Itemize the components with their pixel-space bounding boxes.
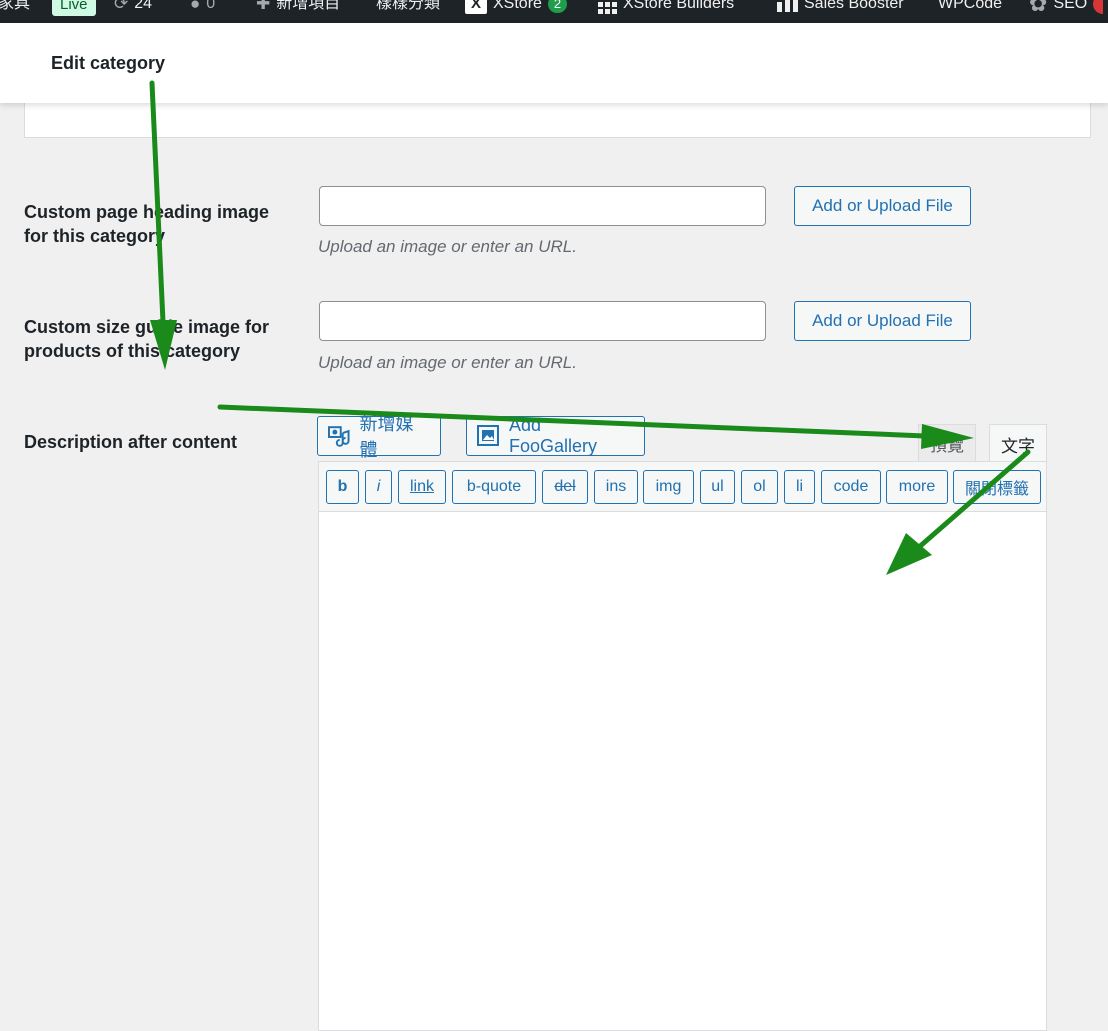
add-media-label: 新增媒體 [359, 414, 414, 460]
xstore-builders-label: XStore Builders [623, 0, 735, 12]
xstore-logo-icon: X [465, 0, 487, 14]
page-title: Edit category [51, 53, 166, 73]
plus-icon: ✚ [256, 0, 271, 13]
heading-image-upload-label: Add or Upload File [812, 196, 953, 215]
qt-italic-label: i [376, 478, 381, 495]
qt-more-label: more [898, 478, 936, 495]
description-after-label: Description after content [24, 432, 238, 452]
qt-code-button[interactable]: code [821, 470, 881, 504]
heading-image-label: Custom page heading image for this categ… [24, 202, 270, 246]
heading-image-input[interactable] [319, 186, 766, 226]
new-item-link[interactable]: ✚ 新增項目 [256, 0, 340, 14]
qt-ol-button[interactable]: ol [741, 470, 778, 504]
wpcode-label: WPCode [938, 0, 1003, 12]
qt-ins-button[interactable]: ins [594, 470, 638, 504]
qt-link-label: link [409, 478, 434, 495]
wpcode-menu[interactable]: WPCode [938, 0, 1002, 14]
previous-field-box [24, 100, 1091, 138]
size-guide-label: Custom size guide image for products of … [24, 317, 270, 361]
qt-italic-button[interactable]: i [365, 470, 392, 504]
qt-bold-button[interactable]: b [326, 470, 359, 504]
qt-ul-label: ul [711, 478, 724, 495]
qt-link-button[interactable]: link [398, 470, 446, 504]
qt-code-label: code [833, 478, 869, 495]
refresh-icon: ⟳ [114, 0, 129, 13]
sales-booster-label: Sales Booster [804, 0, 904, 12]
qt-del-button[interactable]: del [542, 470, 588, 504]
media-icon [328, 426, 350, 447]
size-guide-input[interactable] [319, 301, 766, 341]
heading-image-help: Upload an image or enter an URL. [318, 237, 577, 256]
tab-text[interactable]: 文字 [989, 424, 1047, 463]
live-badge: Live [52, 0, 96, 16]
quicktags-toolbar: b i link b-quote del ins img ul ol li co… [318, 461, 1047, 511]
updates-link[interactable]: ⟳ 24 [114, 0, 152, 14]
sales-booster-menu[interactable]: Sales Booster [777, 0, 904, 14]
seo-label: SEO [1053, 0, 1088, 12]
xstore-menu[interactable]: X XStore 2 [465, 0, 568, 14]
admin-bar: 家具 Live ⟳ 24 ● 0 ✚ 新增項目 樣樣分類 X XStore 2 … [0, 0, 1108, 23]
seo-notification-dot [1093, 0, 1104, 14]
qt-del-label: del [554, 478, 576, 495]
qt-bquote-button[interactable]: b-quote [452, 470, 536, 504]
description-after-textarea[interactable] [318, 511, 1047, 1031]
qt-li-label: li [795, 478, 804, 495]
seo-gear-icon: ✿ [1029, 0, 1048, 16]
size-guide-help: Upload an image or enter an URL. [318, 353, 577, 372]
grid-icon [598, 0, 617, 14]
item-categories-label: 樣樣分類 [376, 0, 441, 12]
xstore-builders-menu[interactable]: XStore Builders [598, 0, 734, 14]
qt-img-button[interactable]: img [643, 470, 694, 504]
qt-bold-label: b [337, 478, 348, 495]
tab-preview-label: 預覽 [930, 436, 964, 455]
comments-link[interactable]: ● 0 [190, 0, 215, 14]
qt-close-tags-button[interactable]: 關閉標籤 [953, 470, 1041, 504]
tab-preview[interactable]: 預覽 [918, 424, 976, 462]
qt-close-tags-label: 關閉標籤 [964, 481, 1029, 498]
gallery-icon [477, 425, 499, 446]
qt-img-label: img [655, 478, 682, 495]
live-badge-label: Live [52, 0, 96, 16]
xstore-badge: 2 [547, 0, 568, 13]
item-categories-link[interactable]: 樣樣分類 [376, 0, 440, 14]
heading-image-upload-button[interactable]: Add or Upload File [794, 186, 971, 226]
new-item-label: 新增項目 [276, 0, 341, 12]
tab-text-label: 文字 [1001, 436, 1035, 456]
size-guide-upload-label: Add or Upload File [812, 311, 953, 330]
updates-count: 24 [134, 0, 153, 12]
comments-count: 0 [206, 0, 216, 12]
add-foogallery-label: Add FooGallery [508, 415, 598, 456]
size-guide-upload-button[interactable]: Add or Upload File [794, 301, 971, 341]
comment-icon: ● [190, 0, 201, 13]
site-name-link[interactable]: 家具 [0, 0, 30, 14]
qt-li-button[interactable]: li [784, 470, 815, 504]
sticky-header: Edit category [0, 23, 1108, 103]
qt-ul-button[interactable]: ul [700, 470, 735, 504]
seo-menu[interactable]: ✿ SEO [1029, 0, 1104, 16]
qt-bquote-label: b-quote [466, 478, 522, 495]
add-media-button[interactable]: 新增媒體 [317, 414, 441, 460]
qt-more-button[interactable]: more [886, 470, 948, 504]
bar-chart-icon [777, 0, 798, 12]
qt-ol-label: ol [753, 478, 766, 495]
xstore-label: XStore [493, 0, 542, 12]
qt-ins-label: ins [605, 478, 627, 495]
add-foogallery-button[interactable]: Add FooGallery [466, 415, 645, 456]
site-name: 家具 [0, 0, 31, 12]
